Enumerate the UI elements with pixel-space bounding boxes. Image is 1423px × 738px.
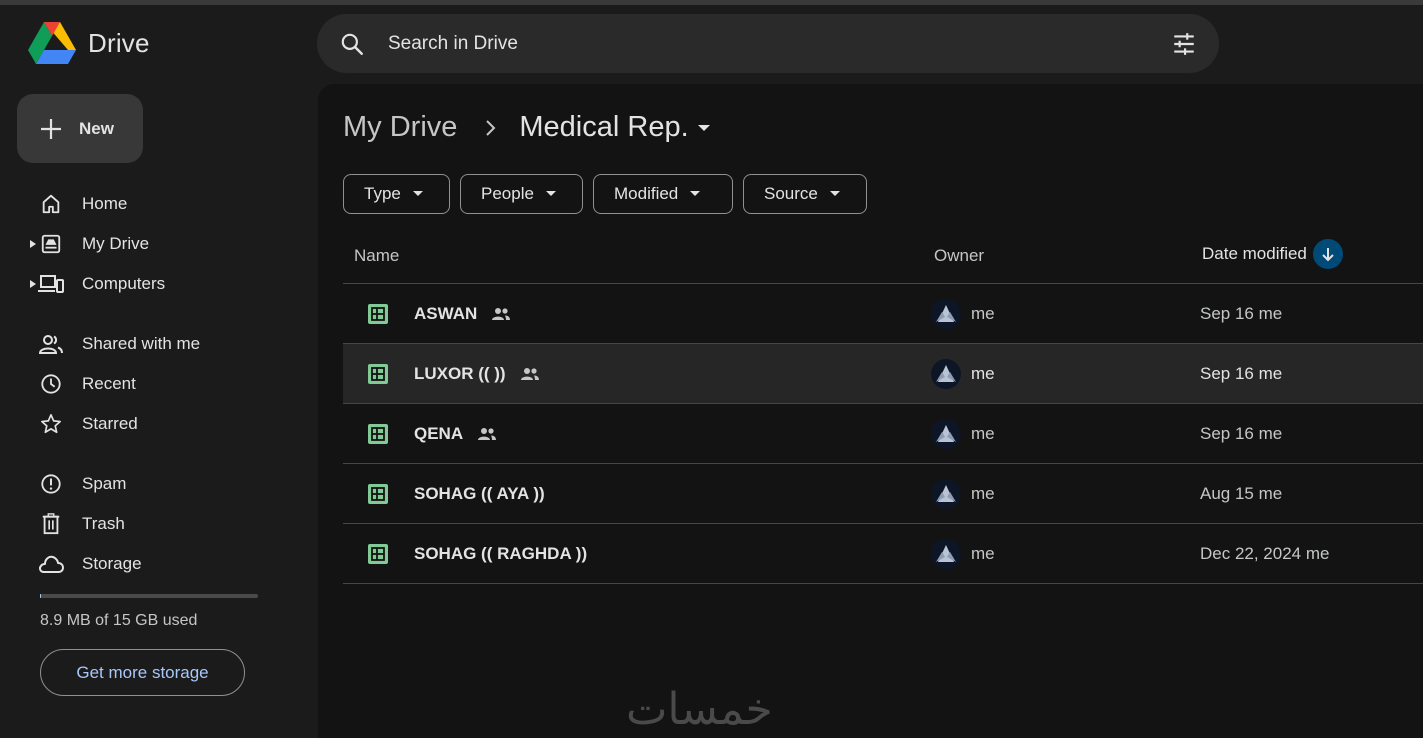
owner-avatar-icon — [936, 425, 956, 442]
breadcrumb-current-folder[interactable]: Medical Rep. — [519, 111, 688, 144]
my-drive-icon — [41, 234, 61, 254]
file-name[interactable]: SOHAG (( RAGHDA )) — [414, 544, 587, 564]
search-options-icon[interactable] — [1171, 31, 1197, 57]
sidebar-item-computers[interactable]: Computers — [28, 264, 298, 304]
search-input[interactable]: Search in Drive — [388, 33, 518, 55]
expand-caret-icon[interactable] — [30, 280, 36, 288]
table-row[interactable]: ASWAN me Sep 16 me — [343, 284, 1423, 344]
sidebar-item-trash[interactable]: Trash — [28, 504, 298, 544]
file-name[interactable]: QENA — [414, 424, 497, 444]
sheets-file-icon — [368, 484, 388, 504]
table-header: Name Owner Date modified — [343, 234, 1423, 284]
avatar — [931, 299, 961, 329]
table-row[interactable]: QENA me Sep 16 me — [343, 404, 1423, 464]
shared-people-icon — [492, 308, 511, 320]
chevron-down-icon[interactable] — [697, 124, 711, 132]
file-modified: Sep 16 me — [1200, 304, 1283, 323]
owner-avatar-icon — [936, 545, 956, 562]
avatar — [931, 479, 961, 509]
owner-avatar-icon — [936, 365, 956, 382]
sheets-file-icon — [368, 304, 388, 324]
filter-modified[interactable]: Modified — [593, 174, 733, 214]
sidebar-item-starred[interactable]: Starred — [28, 404, 298, 444]
window-top-strip — [0, 0, 1423, 5]
column-owner: Owner — [934, 246, 985, 265]
chevron-down-icon — [829, 191, 840, 196]
file-owner: me — [971, 304, 995, 323]
khamsat-watermark: خمسات — [626, 684, 773, 735]
plus-icon — [41, 118, 61, 139]
app-name: Drive — [88, 27, 150, 58]
sidebar-item-shared-with-me[interactable]: Shared with me — [28, 324, 298, 364]
file-modified: Aug 15 me — [1200, 484, 1283, 503]
sidebar-item-recent[interactable]: Recent — [28, 364, 298, 404]
get-more-storage-button[interactable]: Get more storage — [40, 649, 245, 696]
table-row[interactable]: LUXOR (( )) me Sep 16 me — [343, 344, 1423, 404]
arrow-down-icon — [1322, 248, 1334, 262]
avatar — [931, 419, 961, 449]
sidebar-item-spam[interactable]: Spam — [28, 464, 298, 504]
column-name[interactable]: Name — [354, 246, 399, 266]
shared-icon — [39, 335, 63, 354]
owner-avatar-icon — [936, 485, 956, 502]
owner-avatar-icon — [936, 305, 956, 322]
chevron-down-icon — [690, 191, 701, 196]
breadcrumb: My Drive Medical Rep. — [343, 111, 711, 144]
sheets-file-icon — [368, 424, 388, 444]
sidebar-item-home[interactable]: Home — [28, 184, 298, 224]
new-button[interactable]: New — [17, 94, 143, 163]
cloud-icon — [39, 555, 64, 573]
file-name[interactable]: SOHAG (( AYA )) — [414, 484, 545, 504]
spam-icon — [41, 474, 61, 494]
clock-icon — [41, 374, 61, 394]
drive-logo-icon — [28, 22, 76, 64]
expand-caret-icon[interactable] — [30, 240, 36, 248]
computers-icon — [38, 275, 64, 293]
storage-usage-bar — [40, 594, 258, 598]
file-modified: Sep 16 me — [1200, 424, 1283, 443]
avatar — [931, 359, 961, 389]
sort-direction-button[interactable] — [1312, 239, 1343, 269]
new-button-label: New — [79, 118, 114, 138]
trash-icon — [42, 513, 60, 535]
sheets-file-icon — [368, 544, 388, 564]
star-icon — [41, 414, 61, 434]
sidebar-item-storage[interactable]: Storage — [28, 544, 298, 584]
avatar — [931, 539, 961, 569]
file-owner: me — [971, 364, 995, 383]
table-row[interactable]: SOHAG (( AYA )) me Aug 15 me — [343, 464, 1423, 524]
file-owner: me — [971, 544, 995, 563]
sidebar-item-my-drive[interactable]: My Drive — [28, 224, 298, 264]
chevron-down-icon — [412, 191, 423, 196]
breadcrumb-my-drive[interactable]: My Drive — [343, 111, 457, 144]
search-bar[interactable]: Search in Drive — [317, 14, 1219, 73]
filter-source[interactable]: Source — [743, 174, 867, 214]
chevron-down-icon — [545, 191, 556, 196]
shared-people-icon — [478, 428, 497, 440]
drive-logo[interactable]: Drive — [28, 22, 150, 64]
column-date-modified[interactable]: Date modified — [1202, 239, 1343, 269]
shared-people-icon — [520, 368, 539, 380]
filter-type[interactable]: Type — [343, 174, 450, 214]
storage-usage-fill — [40, 594, 42, 598]
file-name[interactable]: ASWAN — [414, 304, 511, 324]
chevron-right-icon — [486, 119, 496, 136]
file-modified: Dec 22, 2024 me — [1200, 544, 1330, 563]
search-icon[interactable] — [339, 31, 365, 57]
home-icon — [42, 194, 60, 214]
sheets-file-icon — [368, 364, 388, 384]
main-content: My Drive Medical Rep. Type People Modifi… — [318, 84, 1423, 738]
file-name[interactable]: LUXOR (( )) — [414, 364, 540, 384]
filter-people[interactable]: People — [460, 174, 583, 214]
table-row[interactable]: SOHAG (( RAGHDA )) me Dec 22, 2024 me — [343, 524, 1423, 584]
file-owner: me — [971, 484, 995, 503]
storage-used-text: 8.9 MB of 15 GB used — [40, 612, 198, 629]
file-modified: Sep 16 me — [1200, 364, 1283, 383]
file-owner: me — [971, 424, 995, 443]
